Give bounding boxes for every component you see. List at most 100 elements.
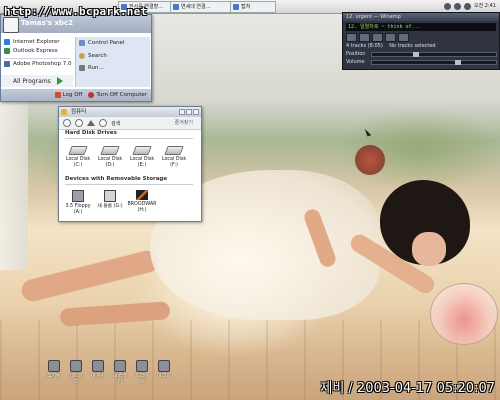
desktop-icon-computer[interactable]: 내 컴퓨터 <box>112 360 128 385</box>
volume-knob[interactable] <box>455 60 461 65</box>
tray-clock[interactable]: 오전 2:41 <box>474 1 496 11</box>
ie-icon <box>4 39 10 45</box>
menu-item-internet-explorer[interactable]: Internet Explorer <box>4 39 60 45</box>
icon-label: 내 컴퓨터 <box>113 374 127 385</box>
minimize-button[interactable] <box>179 109 185 115</box>
search-button[interactable] <box>99 119 107 127</box>
up-folder-icon[interactable] <box>87 120 95 126</box>
menu-item-label: Internet Explorer <box>13 39 60 45</box>
menu-item-photoshop[interactable]: Adobe Photoshop 7.0 <box>4 61 72 67</box>
close-button[interactable] <box>193 109 199 115</box>
drive-f[interactable]: Local Disk (F:) <box>159 146 189 168</box>
previous-button[interactable] <box>346 33 357 42</box>
search-icon <box>79 53 85 59</box>
search-label[interactable]: 검색 <box>111 120 120 127</box>
my-computer-window: 컴퓨터 검색 즐겨찾기 Hard Disk Drives Local Disk(… <box>58 106 202 222</box>
drive-name: Local Disk <box>97 157 123 162</box>
window-titlebar[interactable]: 컴퓨터 <box>59 107 201 117</box>
task-button-3[interactable]: 캡쳐 <box>230 1 276 13</box>
tracks-info: 4 tracks (8:05) No tracks selected <box>346 43 436 49</box>
all-programs-button[interactable]: All Programs <box>1 75 73 87</box>
control-panel-icon <box>79 40 85 46</box>
drive-letter: (D:) <box>105 162 115 168</box>
drive-icon <box>136 360 148 372</box>
menu-divider <box>4 58 70 59</box>
drive-g[interactable]: 새 볼륨 (G:) <box>95 190 125 210</box>
drive-d[interactable]: Local Disk (D:) <box>95 146 125 168</box>
pictures-icon <box>158 360 170 372</box>
menu-item-search[interactable]: Search <box>79 53 107 59</box>
site-url-watermark: http://www.bcpark.net <box>4 5 148 18</box>
group-divider <box>65 184 193 185</box>
drive-name: Local Disk <box>161 157 187 162</box>
start-menu-footer: Log Off Turn Off Computer <box>1 89 151 101</box>
mail-icon <box>4 48 10 54</box>
icon-label: 네트워크 <box>69 374 83 385</box>
red-flowers <box>355 145 385 175</box>
player-title: 12. urgent — Winamp <box>343 13 499 21</box>
play-button[interactable] <box>359 33 370 42</box>
position-knob[interactable] <box>413 52 419 57</box>
favorites-button[interactable]: 즐겨찾기 <box>175 119 193 126</box>
tray-icon[interactable] <box>443 2 451 10</box>
icon-label: 드라이브 <box>135 374 149 385</box>
desktop-icon-pictures[interactable]: 내 그림 <box>156 360 172 385</box>
log-off-icon <box>54 92 61 98</box>
drive-letter: (C:) <box>73 162 83 168</box>
hard-drive-icon <box>68 146 88 155</box>
menu-item-run[interactable]: Run... <box>79 65 104 71</box>
now-playing-display: 12. 일렬차로 ~ think of... <box>346 23 496 31</box>
selection-status: No tracks selected <box>389 43 436 49</box>
removable-group-label: Devices with Removable Storage <box>65 176 168 182</box>
menu-item-control-panel[interactable]: Control Panel <box>79 40 124 46</box>
icon-label: 휴지통 <box>47 374 61 379</box>
face <box>412 232 446 266</box>
drive-h[interactable]: BROODWAR (H:) <box>127 190 157 213</box>
desktop-icon-network[interactable]: 네트워크 <box>68 360 84 385</box>
stop-button[interactable] <box>385 33 396 42</box>
window-icon <box>173 3 179 10</box>
tracks-count: 4 tracks (8:05) <box>346 43 383 49</box>
system-tray: 오전 2:41 <box>443 1 496 11</box>
menu-item-label: Adobe Photoshop 7.0 <box>13 61 72 67</box>
task-button-2[interactable]: 연세대 연결… <box>170 1 232 13</box>
forward-button[interactable] <box>75 119 83 127</box>
maximize-button[interactable] <box>186 109 192 115</box>
drive-a[interactable]: 3.5 Floppy (A:) <box>63 190 93 215</box>
all-programs-label: All Programs <box>13 77 51 85</box>
desktop-icon-drive[interactable]: 드라이브 <box>134 360 150 385</box>
photoshop-icon <box>4 61 10 67</box>
turn-off-button[interactable]: Turn Off Computer <box>88 92 147 98</box>
menu-item-label: Outlook Express <box>13 48 58 54</box>
cd-drive-icon <box>104 190 116 202</box>
menu-item-label: Run... <box>88 65 104 71</box>
leg-back <box>19 248 161 304</box>
start-menu: Tamas's xbc2 Internet Explorer Outlook E… <box>0 14 152 102</box>
drive-name: 새 볼륨 (G:) <box>97 204 123 209</box>
power-icon <box>88 92 95 98</box>
desktop-icon-documents[interactable]: 내 문서 <box>90 360 106 385</box>
log-off-button[interactable]: Log Off <box>54 92 82 98</box>
tray-icon[interactable] <box>463 2 471 10</box>
fish-bowl <box>430 283 498 345</box>
documents-icon <box>92 360 104 372</box>
drive-letter: (A:) <box>73 209 83 215</box>
window-toolbar: 검색 즐겨찾기 <box>59 117 201 130</box>
next-button[interactable] <box>398 33 409 42</box>
task-label: 캡쳐 <box>241 4 251 10</box>
menu-item-outlook-express[interactable]: Outlook Express <box>4 48 58 54</box>
drive-e[interactable]: Local Disk (E:) <box>127 146 157 168</box>
back-button[interactable] <box>63 119 71 127</box>
position-slider[interactable] <box>371 52 497 57</box>
pause-button[interactable] <box>372 33 383 42</box>
drive-letter: (F:) <box>170 162 178 168</box>
desktop-icon-recycle-bin[interactable]: 휴지통 <box>46 360 62 385</box>
hard-disk-group-label: Hard Disk Drives <box>65 130 117 136</box>
drive-c[interactable]: Local Disk (C:) <box>63 146 93 168</box>
tray-icon[interactable] <box>453 2 461 10</box>
avatar[interactable] <box>3 17 19 33</box>
volume-slider[interactable] <box>371 60 497 65</box>
run-icon <box>79 65 85 71</box>
menu-item-label: Search <box>88 53 107 59</box>
floppy-icon <box>72 190 84 202</box>
